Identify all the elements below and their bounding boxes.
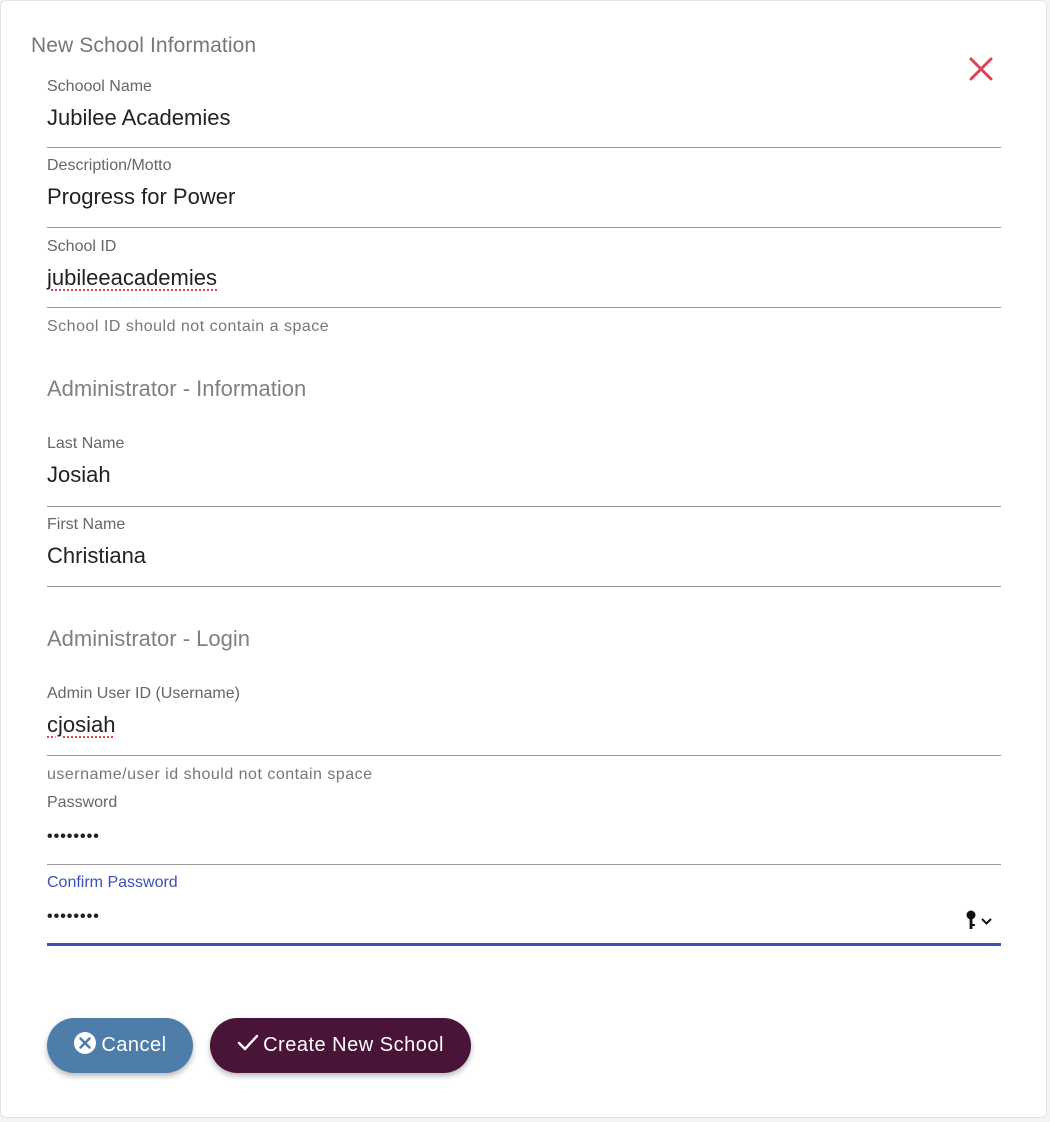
first-name-label: First Name	[47, 516, 126, 533]
confirm-password-input[interactable]: ••••••••	[47, 908, 100, 926]
confirm-password-underline	[47, 943, 1001, 946]
school-name-input[interactable]: Jubilee Academies	[47, 105, 230, 131]
create-button-label: Create New School	[263, 1034, 444, 1056]
first-name-underline	[47, 586, 1001, 587]
admin-user-id-underline	[47, 755, 1001, 756]
dialog-title: New School Information	[31, 34, 257, 57]
admin-user-id-hint: username/user id should not contain spac…	[47, 766, 373, 783]
admin-user-id-input[interactable]: cjosiah	[47, 712, 115, 738]
password-underline	[47, 864, 1001, 865]
school-id-field[interactable]: School ID jubileeacademies	[47, 238, 1001, 310]
create-new-school-button[interactable]: Create New School	[210, 1018, 471, 1073]
school-name-underline	[47, 147, 1001, 148]
check-icon	[237, 1033, 259, 1059]
confirm-password-label: Confirm Password	[47, 874, 178, 891]
admin-user-id-field[interactable]: Admin User ID (Username) cjosiah	[47, 685, 1001, 757]
school-name-field[interactable]: Schoool Name Jubilee Academies	[47, 78, 1001, 150]
new-school-dialog: New School Information Schoool Name Jubi…	[0, 0, 1047, 1118]
description-field[interactable]: Description/Motto Progress for Power	[47, 157, 1001, 230]
password-manager-button[interactable]	[965, 910, 999, 932]
school-id-label: School ID	[47, 238, 117, 255]
admin-login-heading: Administrator - Login	[47, 626, 250, 651]
password-field[interactable]: Password ••••••••	[47, 794, 1001, 866]
cancel-button[interactable]: Cancel	[47, 1018, 193, 1073]
cancel-circle-icon	[73, 1031, 97, 1061]
school-id-hint: School ID should not contain a space	[47, 318, 330, 335]
school-name-label: Schoool Name	[47, 78, 152, 95]
cancel-button-label: Cancel	[101, 1034, 167, 1056]
last-name-field[interactable]: Last Name Josiah	[47, 435, 1001, 508]
last-name-label: Last Name	[47, 435, 125, 452]
last-name-input[interactable]: Josiah	[47, 462, 111, 488]
first-name-field[interactable]: First Name Christiana	[47, 516, 1001, 588]
first-name-input[interactable]: Christiana	[47, 543, 146, 569]
description-input[interactable]: Progress for Power	[47, 184, 235, 210]
confirm-password-field[interactable]: Confirm Password ••••••••	[47, 874, 1001, 948]
last-name-underline	[47, 506, 1001, 507]
school-id-underline	[47, 307, 1001, 308]
password-input[interactable]: ••••••••	[47, 828, 100, 846]
key-icon	[966, 910, 992, 929]
admin-user-id-label: Admin User ID (Username)	[47, 685, 240, 702]
description-label: Description/Motto	[47, 157, 172, 174]
description-underline	[47, 227, 1001, 228]
password-label: Password	[47, 794, 118, 811]
admin-info-heading: Administrator - Information	[47, 376, 307, 401]
school-id-input[interactable]: jubileeacademies	[47, 265, 217, 291]
